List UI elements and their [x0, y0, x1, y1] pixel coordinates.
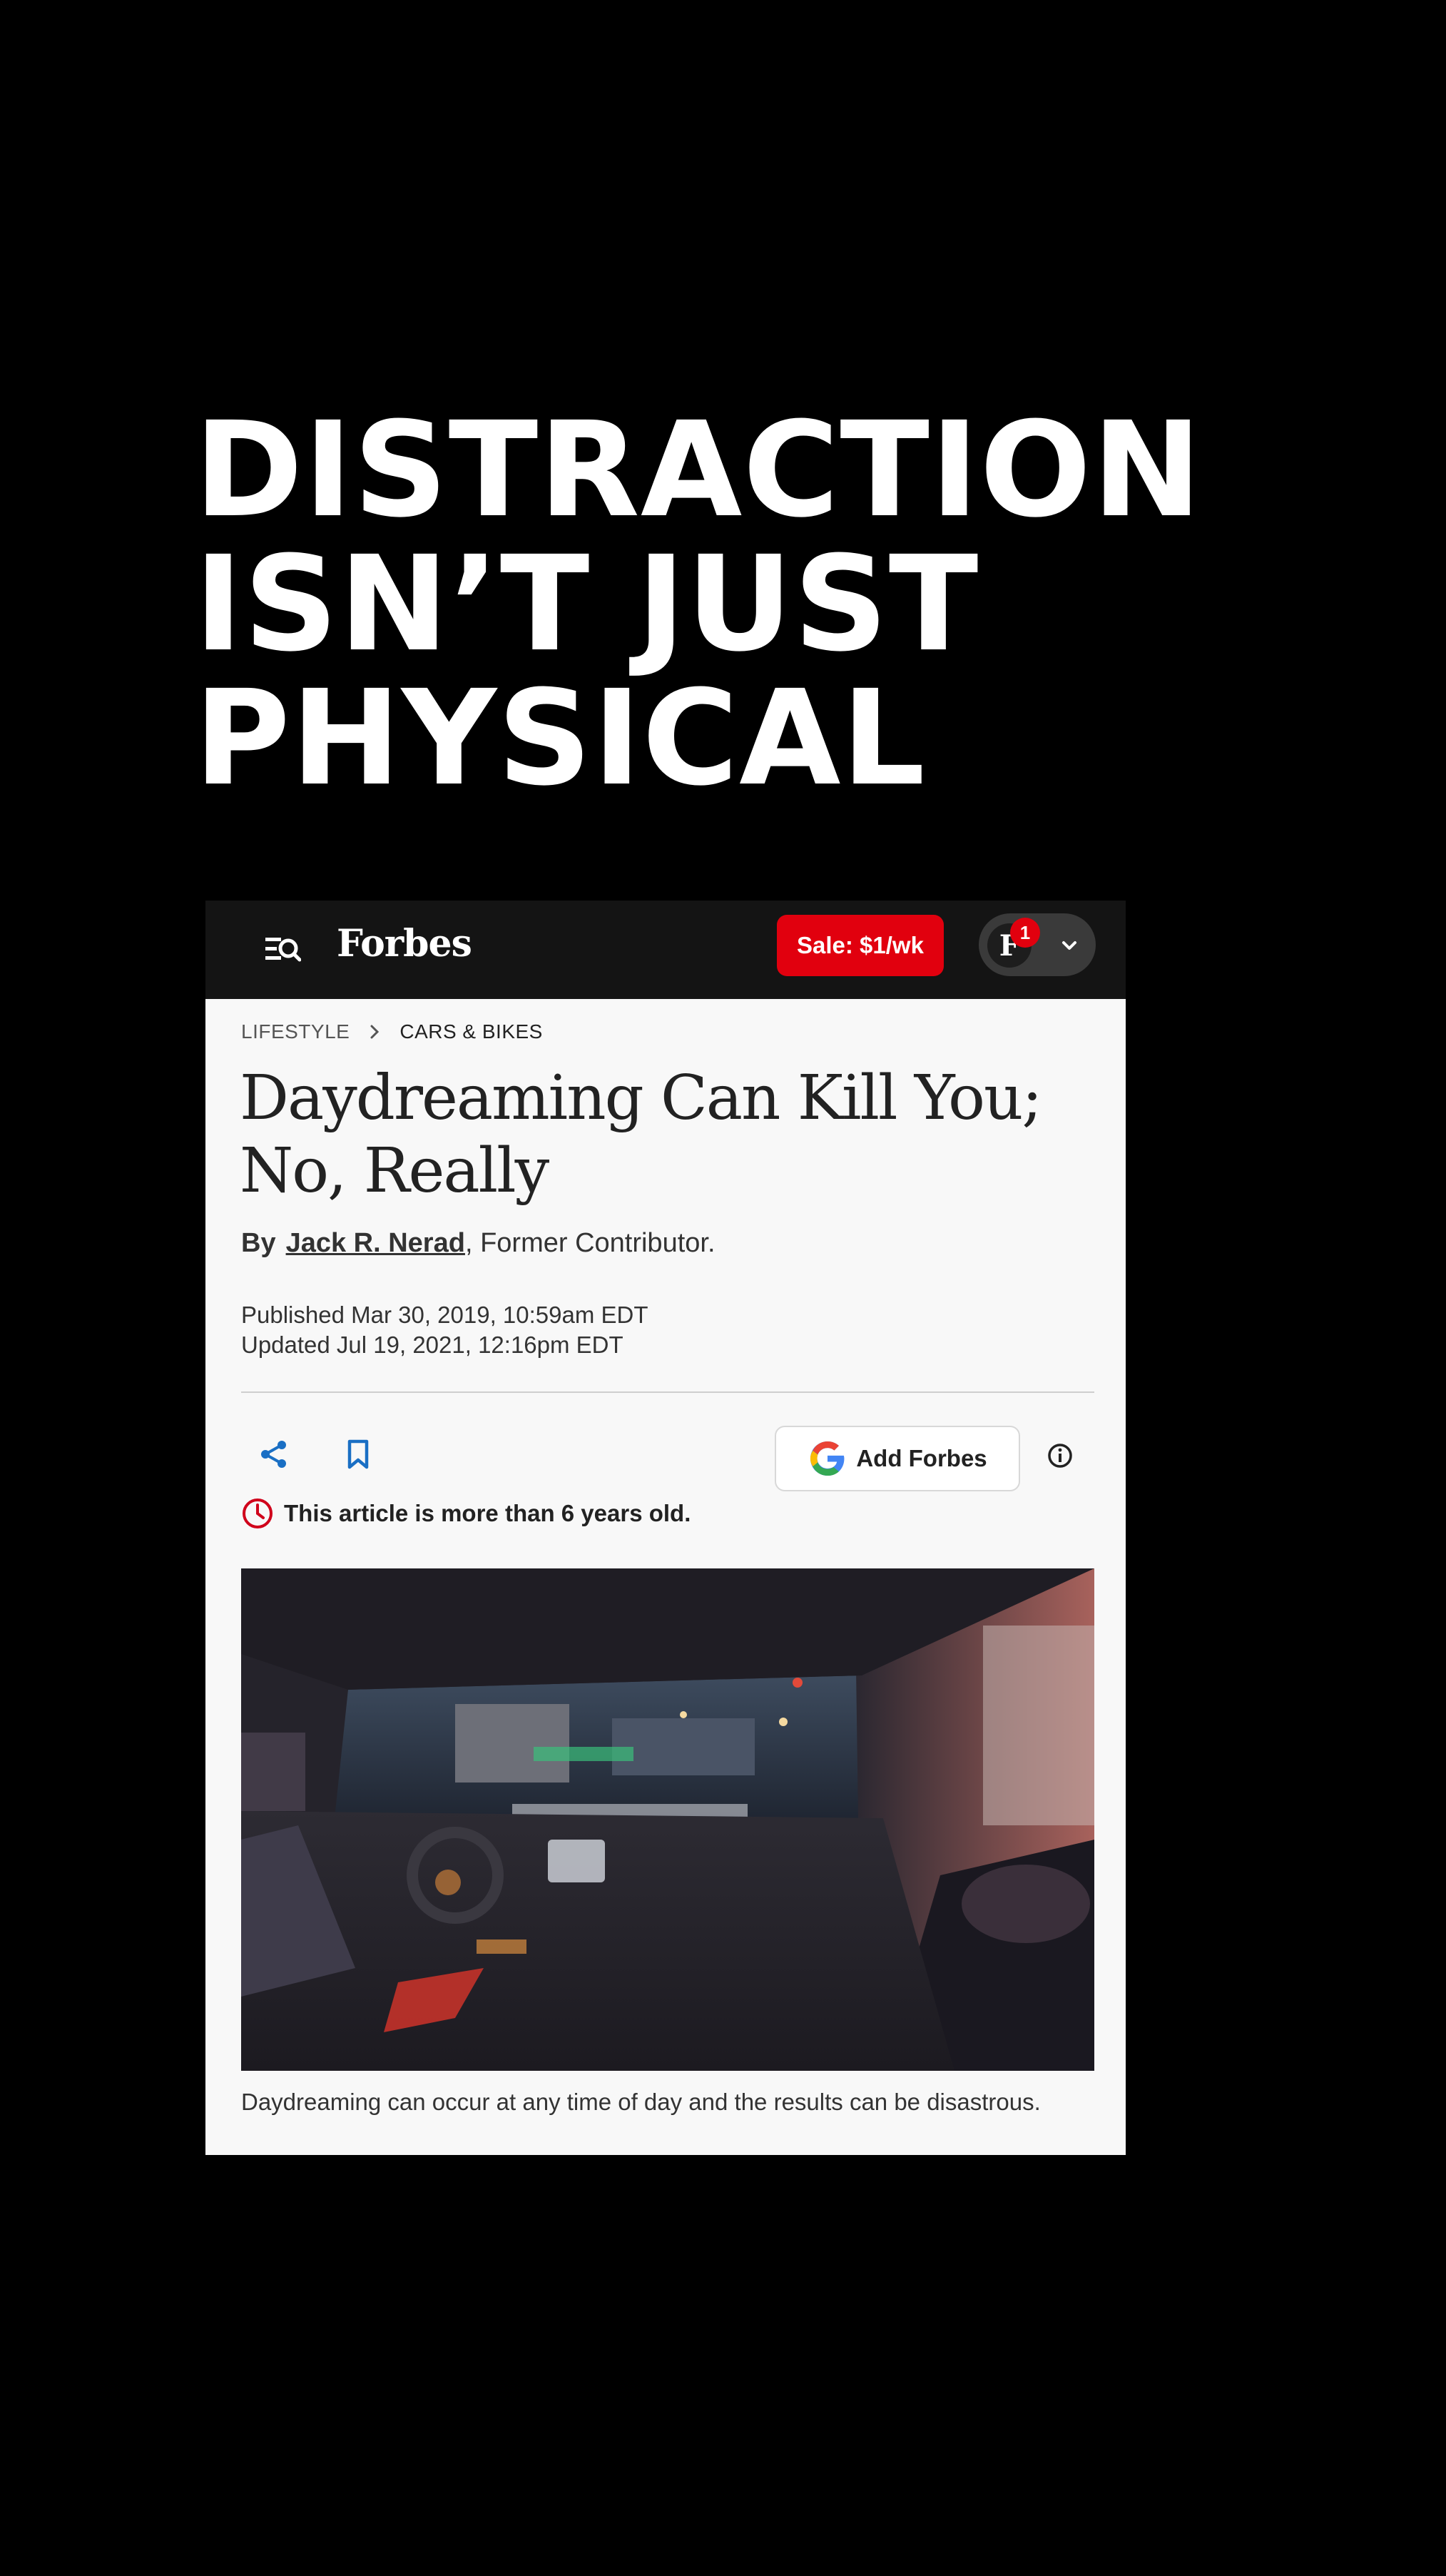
breadcrumb-lifestyle[interactable]: LIFESTYLE	[241, 1020, 350, 1043]
notification-badge: 1	[1010, 918, 1040, 948]
article-dates: Published Mar 30, 2019, 10:59am EDT Upda…	[241, 1300, 648, 1360]
by-label: By	[241, 1228, 276, 1258]
breadcrumb: LIFESTYLE CARS & BIKES	[241, 1020, 543, 1043]
headline-line-2: ISN’T JUST	[194, 528, 979, 681]
promo-headline: DISTRACTION ISN’T JUST PHYSICAL	[194, 403, 1407, 806]
site-header: Forbes Sale: $1/wk F 1	[205, 901, 1126, 999]
info-icon[interactable]	[1046, 1441, 1074, 1470]
forbes-logo[interactable]: Forbes	[337, 922, 472, 965]
age-notice-text: This article is more than 6 years old.	[284, 1500, 691, 1526]
byline: By Jack R. Nerad, Former Contributor.	[241, 1228, 716, 1259]
account-menu[interactable]: F 1	[979, 913, 1096, 976]
headline-line-1: DISTRACTION	[194, 394, 1203, 547]
share-icon[interactable]	[258, 1439, 290, 1470]
add-forbes-label: Add Forbes	[856, 1445, 987, 1471]
author-role: , Former Contributor.	[464, 1228, 716, 1258]
sale-subscribe-button[interactable]: Sale: $1/wk	[777, 915, 944, 976]
chevron-right-icon	[370, 1025, 380, 1039]
article-age-notice: This article is more than 6 years old.	[241, 1497, 691, 1530]
headline-line-3: PHYSICAL	[194, 662, 926, 815]
image-caption: Daydreaming can occur at any time of day…	[241, 2089, 1041, 2115]
chevron-down-icon[interactable]	[1060, 936, 1079, 955]
divider	[241, 1391, 1094, 1393]
published-date: Published Mar 30, 2019, 10:59am EDT	[241, 1302, 648, 1328]
breadcrumb-cars-bikes[interactable]: CARS & BIKES	[399, 1020, 543, 1043]
author-link[interactable]: Jack R. Nerad	[286, 1228, 465, 1258]
menu-search-icon[interactable]	[264, 932, 301, 966]
article-title: Daydreaming Can Kill You; No, Really	[240, 1063, 1042, 1207]
clock-icon	[243, 1499, 273, 1528]
article-screenshot: Forbes Sale: $1/wk F 1 LIFESTYLE CARS & …	[205, 901, 1126, 2155]
updated-date: Updated Jul 19, 2021, 12:16pm EDT	[241, 1332, 623, 1358]
article-hero-image[interactable]	[241, 1568, 1094, 2071]
add-forbes-button[interactable]: Add Forbes	[775, 1426, 1020, 1491]
bookmark-icon[interactable]	[344, 1439, 372, 1470]
google-icon	[810, 1441, 845, 1476]
car-interior-night-photo	[241, 1568, 1094, 2071]
